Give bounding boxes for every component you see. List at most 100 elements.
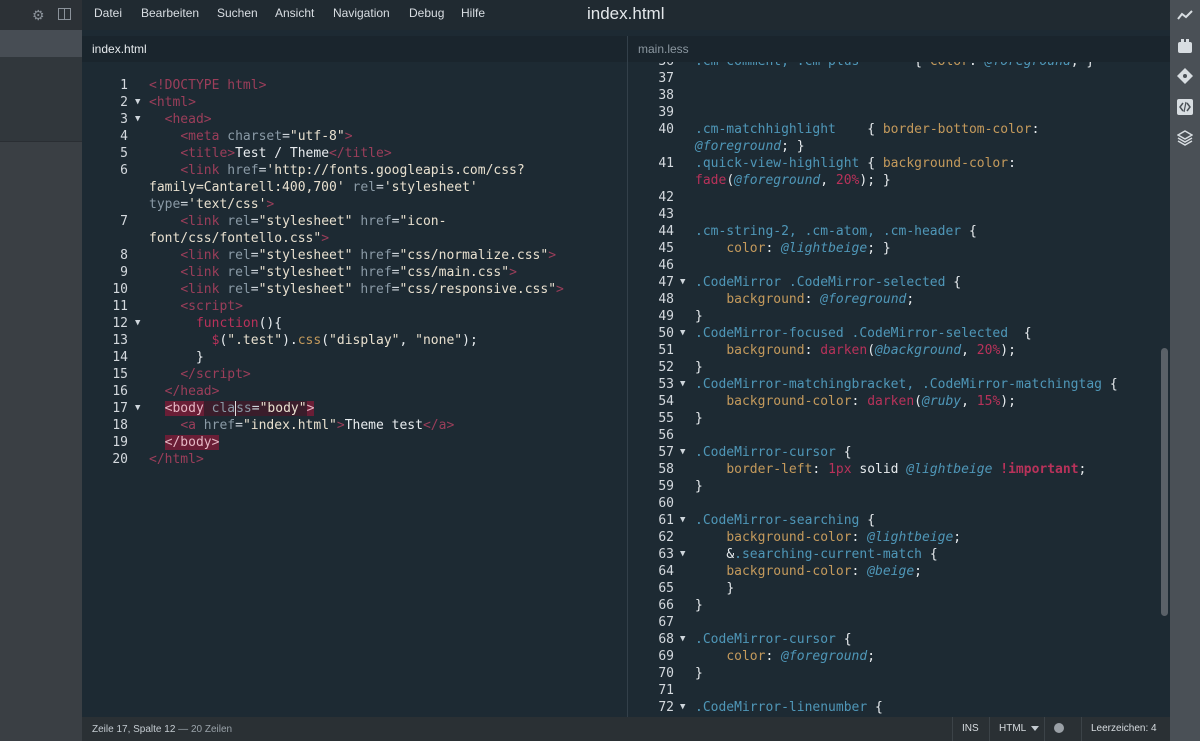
tab-index-html[interactable]: index.html [82, 36, 627, 62]
code-line[interactable]: 41 .quick-view-highlight { background-col… [628, 155, 1170, 172]
code-line[interactable]: 17 ▼ <body class="body"> [82, 400, 627, 417]
extension-manager-icon[interactable] [1177, 38, 1193, 54]
layers-icon[interactable] [1176, 130, 1194, 146]
fold-arrow-icon[interactable]: ▼ [680, 512, 685, 529]
code-line[interactable]: fade(@foreground, 20%); } [628, 172, 1170, 189]
code-line[interactable]: 42 [628, 189, 1170, 206]
indent-setting[interactable]: Leerzeichen: 4 [1081, 717, 1166, 741]
code-line[interactable]: 56 [628, 427, 1170, 444]
code-line[interactable]: family=Cantarell:400,700' rel='styleshee… [82, 179, 627, 196]
fold-arrow-icon[interactable]: ▼ [680, 699, 685, 716]
code-line[interactable]: 66} [628, 597, 1170, 614]
code-line[interactable]: 70} [628, 665, 1170, 682]
code-line[interactable]: 38 [628, 87, 1170, 104]
code-line[interactable]: 18 <a href="index.html">Theme test</a> [82, 417, 627, 434]
sidebar-working-files[interactable] [0, 30, 82, 57]
code-tag-icon[interactable] [1177, 99, 1193, 115]
code-line[interactable]: 14 } [82, 349, 627, 366]
code-line[interactable]: 20 </html> [82, 451, 627, 468]
code-line[interactable]: 55} [628, 410, 1170, 427]
code-line[interactable]: 19 </body> [82, 434, 627, 451]
menu-datei[interactable]: Datei [94, 6, 122, 20]
code-line[interactable]: 4 <meta charset="utf-8"> [82, 128, 627, 145]
code-line[interactable]: 3 ▼ <head> [82, 111, 627, 128]
line-number: 17 [112, 401, 128, 416]
code-line[interactable]: 57 ▼ .CodeMirror-cursor { [628, 444, 1170, 461]
editor-left[interactable]: 1 <!DOCTYPE html> 2 ▼ <html> 3 ▼ <head> 4 <meta… [82, 62, 627, 717]
code-line[interactable]: 11 <script> [82, 298, 627, 315]
fold-arrow-icon[interactable]: ▼ [680, 631, 685, 648]
menu-ansicht[interactable]: Ansicht [275, 6, 314, 20]
sidebar-file-tree[interactable] [0, 57, 82, 142]
code-line[interactable]: 71 [628, 682, 1170, 699]
insert-mode-toggle[interactable]: INS [952, 717, 988, 741]
code-line[interactable]: 16 </head> [82, 383, 627, 400]
fold-arrow-icon[interactable]: ▼ [680, 274, 685, 291]
scrollbar-thumb[interactable] [1161, 348, 1168, 616]
code-line[interactable]: 43 [628, 206, 1170, 223]
code-line[interactable]: 64 background-color: @beige; [628, 563, 1170, 580]
menu-navigation[interactable]: Navigation [333, 6, 390, 20]
menu-suchen[interactable]: Suchen [217, 6, 258, 20]
code-line[interactable]: 44 .cm-string-2, .cm-atom, .cm-header { [628, 223, 1170, 240]
code-line[interactable]: 69 color: @foreground; [628, 648, 1170, 665]
code-line[interactable]: 9 <link rel="stylesheet" href="css/main.… [82, 264, 627, 281]
code-line[interactable]: 15 </script> [82, 366, 627, 383]
code-line[interactable]: 6 <link href='http://fonts.googleapis.co… [82, 162, 627, 179]
code-line[interactable]: 61 ▼ .CodeMirror-searching { [628, 512, 1170, 529]
linter-status[interactable] [1044, 717, 1073, 741]
menu-debug[interactable]: Debug [409, 6, 444, 20]
code-line[interactable]: 48 background: @foreground; [628, 291, 1170, 308]
fold-arrow-icon[interactable]: ▼ [680, 444, 685, 461]
editor-right[interactable]: 36 .cm-comment, .cm-plus { color: @foregr… [628, 62, 1170, 717]
code-line[interactable]: 40 .cm-matchhighlight { border-bottom-col… [628, 121, 1170, 138]
fold-arrow-icon[interactable]: ▼ [135, 315, 140, 332]
code-line[interactable]: 63 ▼ &.searching-current-match { [628, 546, 1170, 563]
code-line[interactable]: 8 <link rel="stylesheet" href="css/norma… [82, 247, 627, 264]
live-preview-icon[interactable] [1177, 8, 1193, 24]
code-line[interactable]: 52} [628, 359, 1170, 376]
code-line[interactable]: 1 <!DOCTYPE html> [82, 77, 627, 94]
code-line[interactable]: 50 ▼ .CodeMirror-focused .CodeMirror-selec… [628, 325, 1170, 342]
code-line[interactable]: 59} [628, 478, 1170, 495]
fold-arrow-icon[interactable]: ▼ [135, 400, 140, 417]
code-line[interactable]: 45 color: @lightbeige; } [628, 240, 1170, 257]
fold-arrow-icon[interactable]: ▼ [135, 94, 140, 111]
code-line[interactable]: 10 <link rel="stylesheet" href="css/resp… [82, 281, 627, 298]
fold-arrow-icon[interactable]: ▼ [680, 546, 685, 563]
code-line[interactable]: 49} [628, 308, 1170, 325]
code-line[interactable]: 2 ▼ <html> [82, 94, 627, 111]
language-select[interactable]: HTML [989, 717, 1048, 741]
menu-hilfe[interactable]: Hilfe [461, 6, 485, 20]
code-line[interactable]: 65 } [628, 580, 1170, 597]
code-line[interactable]: 37 [628, 70, 1170, 87]
code-line[interactable]: 58 border-left: 1px solid @lightbeige !i… [628, 461, 1170, 478]
code-line[interactable]: 36 .cm-comment, .cm-plus { color: @foregr… [628, 62, 1170, 70]
code-line[interactable]: 13 $(".test").css("display", "none"); [82, 332, 627, 349]
git-icon[interactable] [1177, 68, 1193, 84]
code-line[interactable]: 60 [628, 495, 1170, 512]
code-line[interactable]: 68 ▼ .CodeMirror-cursor { [628, 631, 1170, 648]
fold-arrow-icon[interactable]: ▼ [680, 325, 685, 342]
code-line[interactable]: 53 ▼ .CodeMirror-matchingbracket, .CodeMir… [628, 376, 1170, 393]
code-line[interactable]: 7 <link rel="stylesheet" href="icon- [82, 213, 627, 230]
fold-arrow-icon[interactable]: ▼ [135, 111, 140, 128]
code-line[interactable]: font/css/fontello.css"> [82, 230, 627, 247]
code-line[interactable]: 5 <title>Test / Theme</title> [82, 145, 627, 162]
menu-bearbeiten[interactable]: Bearbeiten [141, 6, 199, 20]
code-line[interactable]: 62 background-color: @lightbeige; [628, 529, 1170, 546]
code-line[interactable]: 51 background: darken(@background, 20%); [628, 342, 1170, 359]
code-line[interactable]: 46 [628, 257, 1170, 274]
tab-main-less[interactable]: main.less [628, 36, 1170, 62]
code-line[interactable]: 39 [628, 104, 1170, 121]
code-line[interactable]: 47 ▼ .CodeMirror .CodeMirror-selected { [628, 274, 1170, 291]
code-line[interactable]: @foreground; } [628, 138, 1170, 155]
code-line[interactable]: 72 ▼ .CodeMirror-linenumber { [628, 699, 1170, 716]
code-line[interactable]: 67 [628, 614, 1170, 631]
fold-arrow-icon[interactable]: ▼ [680, 376, 685, 393]
split-view-icon[interactable] [58, 7, 71, 23]
code-line[interactable]: 12 ▼ function(){ [82, 315, 627, 332]
gear-icon[interactable]: ⚙ [32, 7, 45, 23]
code-line[interactable]: 54 background-color: darken(@ruby, 15%); [628, 393, 1170, 410]
code-line[interactable]: type='text/css'> [82, 196, 627, 213]
